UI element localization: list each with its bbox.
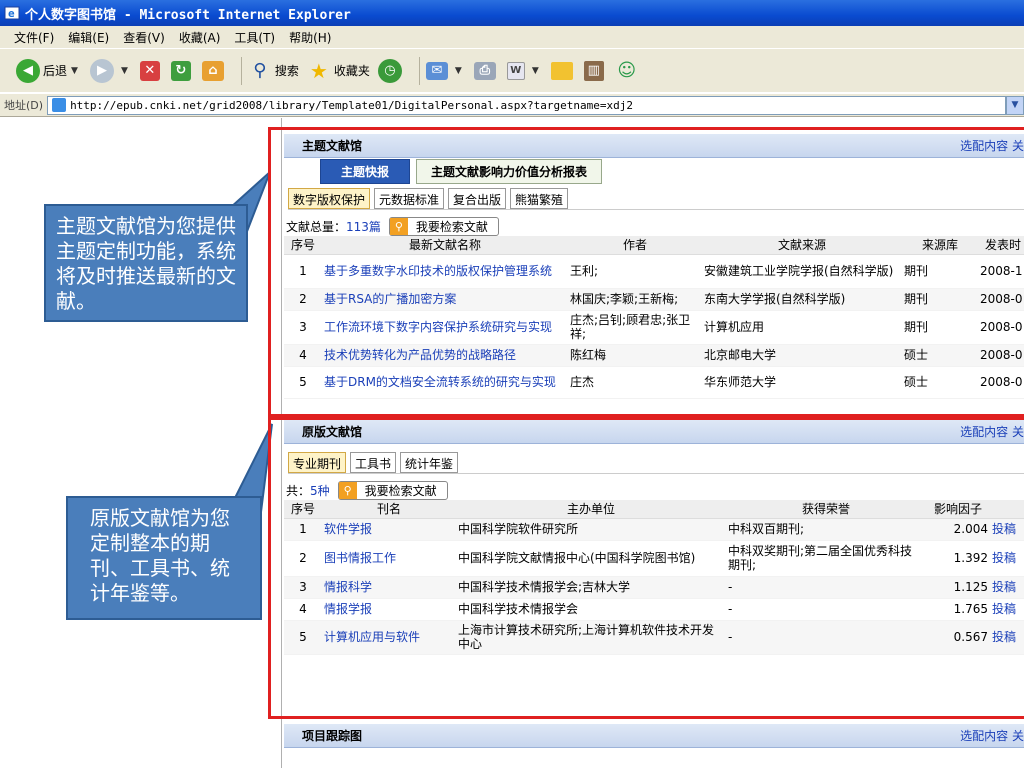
menu-help[interactable]: 帮助(H) <box>289 29 331 46</box>
document-edit-icon: W <box>506 61 525 80</box>
original-callout: 原版文献馆为您定制整本的期刊、工具书、统计年鉴等。 <box>66 496 262 620</box>
mail-icon: ✉ <box>425 61 448 80</box>
browser-toolbar: ◀ 后退 ▼ ▶ ▼ ✕ ↻ ⌂ ⚲ 搜索 ★ 收藏夹 ◷ ✉ ▼ ⎙ W ▼ ▥ ☺ <box>0 48 1024 92</box>
address-url: http://epub.cnki.net/grid2008/library/Te… <box>70 98 633 112</box>
project-panel-configure-link[interactable]: 选配内容 关 <box>960 727 1024 744</box>
original-highlight-box <box>268 417 1024 719</box>
project-panel-header: 项目跟踪图 选配内容 关 <box>284 724 1024 748</box>
back-button[interactable]: ◀ 后退 ▼ <box>16 58 82 83</box>
research-books-icon: ▥ <box>583 60 604 81</box>
address-label: 地址(D) <box>4 99 44 112</box>
research-button[interactable]: ▥ <box>583 60 607 81</box>
ie-window-icon: e <box>4 5 20 21</box>
svg-text:e: e <box>8 7 15 20</box>
search-button[interactable]: ⚲ 搜索 <box>248 59 299 83</box>
left-column: 主题文献馆为您提供主题定制功能，系统将及时推送最新的文献。 原版文献馆为您定制整… <box>0 118 282 768</box>
theme-highlight-box <box>268 127 1024 417</box>
star-icon: ★ <box>309 58 328 83</box>
theme-callout: 主题文献馆为您提供主题定制功能，系统将及时推送最新的文献。 <box>44 204 248 322</box>
menu-bar: 文件(F) 编辑(E) 查看(V) 收藏(A) 工具(T) 帮助(H) <box>0 26 1024 48</box>
folder-button[interactable] <box>550 61 576 80</box>
messenger-button[interactable]: ☺ <box>615 59 642 83</box>
address-bar: 地址(D) http://epub.cnki.net/grid2008/libr… <box>0 93 1024 117</box>
forward-button[interactable]: ▶ ▼ <box>89 58 132 83</box>
page-icon <box>52 98 67 112</box>
print-icon: ⎙ <box>473 61 496 80</box>
history-icon: ◷ <box>377 58 402 83</box>
toolbar-separator <box>240 56 242 85</box>
favorites-button[interactable]: ★ 收藏夹 <box>307 59 370 83</box>
stop-button[interactable]: ✕ <box>139 60 163 81</box>
home-icon: ⌂ <box>201 60 224 81</box>
forward-arrow-icon: ▶ <box>89 58 114 83</box>
stop-icon: ✕ <box>139 60 160 81</box>
home-button[interactable]: ⌂ <box>201 60 227 81</box>
window-title: 个人数字图书馆 - Microsoft Internet Explorer <box>25 7 351 23</box>
window-titlebar: e 个人数字图书馆 - Microsoft Internet Explorer <box>0 0 1024 26</box>
menu-view[interactable]: 查看(V) <box>123 29 165 46</box>
menu-file[interactable]: 文件(F) <box>14 29 54 46</box>
print-button[interactable]: ⎙ <box>473 61 499 80</box>
messenger-icon: ☺ <box>617 60 637 81</box>
refresh-button[interactable]: ↻ <box>170 60 194 81</box>
search-icon: ⚲ <box>253 60 267 81</box>
address-dropdown-icon[interactable]: ▼ <box>1006 95 1024 115</box>
project-tracking-panel: 项目跟踪图 选配内容 关 <box>284 724 1024 748</box>
toolbar-separator <box>418 56 420 85</box>
menu-edit[interactable]: 编辑(E) <box>68 29 109 46</box>
refresh-icon: ↻ <box>170 60 191 81</box>
folder-icon <box>550 61 573 80</box>
back-arrow-icon: ◀ <box>16 58 40 83</box>
menu-favorites[interactable]: 收藏(A) <box>179 29 221 46</box>
project-panel-title: 项目跟踪图 <box>302 729 363 743</box>
menu-tools[interactable]: 工具(T) <box>234 29 275 46</box>
mail-button[interactable]: ✉ ▼ <box>425 61 466 80</box>
edit-button[interactable]: W ▼ <box>506 61 543 80</box>
history-button[interactable]: ◷ <box>377 58 405 83</box>
page-content: 主题文献馆为您提供主题定制功能，系统将及时推送最新的文献。 原版文献馆为您定制整… <box>0 118 1024 768</box>
address-input[interactable]: http://epub.cnki.net/grid2008/library/Te… <box>47 95 1006 115</box>
